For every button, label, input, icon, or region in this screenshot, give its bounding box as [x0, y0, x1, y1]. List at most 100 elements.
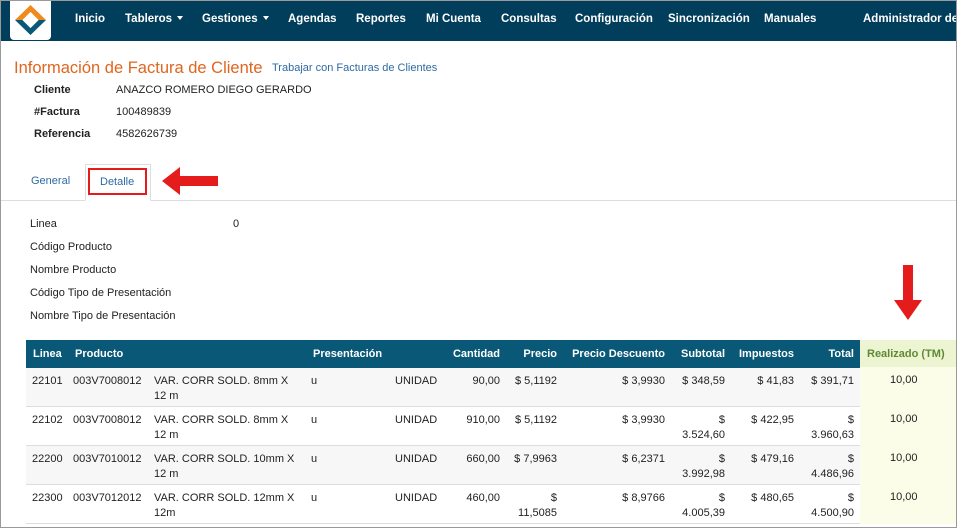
cell-cantidad: 460,00 — [466, 492, 500, 504]
table-row[interactable]: 22102 003V7008012 VAR. CORR SOLD. 8mm X … — [26, 406, 956, 446]
cell-cantidad: 90,00 — [472, 375, 500, 387]
linea-label: Linea — [30, 218, 57, 230]
nav-gestiones[interactable]: Gestiones — [202, 13, 269, 25]
table-row[interactable]: 22300 003V7012012 VAR. CORR SOLD. 12mm X… — [26, 484, 956, 524]
nav-user-label: Administrador de — [863, 13, 957, 25]
nav-gestiones-label: Gestiones — [202, 13, 258, 25]
cell-codigo: 003V7008012 — [73, 414, 142, 426]
nav-mi-cuenta-label: Mi Cuenta — [426, 13, 481, 25]
col-subtotal[interactable]: Subtotal — [671, 348, 725, 360]
table-row[interactable]: 22101 003V7008012 VAR. CORR SOLD. 8mm X … — [26, 367, 956, 407]
tab-detalle-label[interactable]: Detalle — [100, 176, 134, 188]
cell-precio-line1: $ 5,1192 — [514, 375, 557, 387]
cell-nombre-line2: 12 m — [154, 390, 179, 402]
cell-impuestos: $ 41,83 — [757, 375, 794, 387]
cell-precio-descuento: $ 6,2371 — [622, 453, 665, 465]
nav-user-menu[interactable]: Administrador de — [863, 13, 957, 25]
cell-precio-line1: $ 7,9963 — [514, 453, 557, 465]
tab-general[interactable]: General — [31, 175, 70, 187]
cell-linea: 22300 — [32, 492, 63, 504]
col-realizado-label: Realizado (TM) — [867, 348, 945, 360]
reference-label: Referencia — [34, 128, 91, 140]
nombre-tipo-presentacion-label: Nombre Tipo de Presentación — [30, 310, 176, 322]
cell-nombre-line2: 12 m — [154, 468, 179, 480]
cell-subtotal-line1: $ — [718, 414, 725, 426]
cell-subtotal-line1: $ — [718, 453, 725, 465]
work-with-invoices-link[interactable]: Trabajar con Facturas de Clientes — [272, 62, 437, 74]
col-realizado[interactable]: Realizado (TM) — [860, 340, 956, 368]
cell-realizado: 10,00 — [860, 445, 956, 485]
col-impuestos[interactable]: Impuestos — [730, 348, 794, 360]
cell-subtotal-line2: 3.992,98 — [682, 468, 725, 480]
app-logo[interactable] — [10, 1, 51, 40]
nav-sincronizacion[interactable]: Sincronización — [668, 13, 750, 25]
cell-pres-code: u — [311, 414, 318, 426]
logo-icon — [15, 5, 46, 35]
cell-subtotal-line1: $ — [718, 492, 725, 504]
nav-manuales[interactable]: Manuales — [764, 13, 816, 25]
nav-configuracion-label: Configuración — [575, 13, 653, 25]
col-linea[interactable]: Linea — [33, 348, 62, 360]
nav-consultas[interactable]: Consultas — [501, 13, 557, 25]
page-title: Información de Factura de Cliente — [14, 59, 263, 77]
cell-pres-code: u — [311, 375, 318, 387]
cell-realizado-value: 10,00 — [890, 491, 918, 503]
nav-tableros[interactable]: Tableros — [125, 13, 184, 25]
nav-sincronizacion-label: Sincronización — [668, 13, 750, 25]
cell-precio-line2: 11,5085 — [518, 507, 557, 519]
cell-subtotal-line1: $ 348,59 — [682, 375, 725, 387]
cell-nombre-line1: VAR. CORR SOLD. 10mm X — [154, 453, 295, 465]
cell-total-line1: $ — [847, 492, 854, 504]
cell-nombre-line1: VAR. CORR SOLD. 8mm X — [154, 414, 289, 426]
col-presentacion[interactable]: Presentación — [313, 348, 382, 360]
cell-precio-descuento: $ 3,9930 — [622, 414, 665, 426]
col-cantidad[interactable]: Cantidad — [446, 348, 500, 360]
col-precio[interactable]: Precio — [511, 348, 557, 360]
table-row[interactable]: 22200 003V7010012 VAR. CORR SOLD. 10mm X… — [26, 445, 956, 485]
cell-realizado: 10,00 — [860, 367, 956, 407]
client-value: ANAZCO ROMERO DIEGO GERARDO — [116, 84, 312, 96]
col-precio-descuento[interactable]: Precio Descuento — [566, 348, 665, 360]
linea-value: 0 — [233, 218, 240, 230]
cell-precio-descuento: $ 8,9766 — [622, 492, 665, 504]
down-arrow-icon — [894, 265, 922, 320]
nav-mi-cuenta[interactable]: Mi Cuenta — [426, 13, 481, 25]
cell-subtotal-line2: 3.524,60 — [682, 429, 725, 441]
cell-pres-name: UNIDAD — [395, 453, 438, 465]
cell-nombre-line1: VAR. CORR SOLD. 8mm X — [154, 375, 289, 387]
invoice-number-value: 100489839 — [116, 106, 172, 118]
nav-consultas-label: Consultas — [501, 13, 557, 25]
cell-subtotal-line2: 4.005,39 — [682, 507, 725, 519]
cell-nombre-line2: 12m — [154, 507, 176, 519]
client-label: Cliente — [34, 84, 71, 96]
nav-configuracion[interactable]: Configuración — [575, 13, 653, 25]
cell-realizado-value: 10,00 — [890, 374, 918, 386]
cell-nombre-line2: 12 m — [154, 429, 179, 441]
col-total[interactable]: Total — [802, 348, 854, 360]
cell-pres-code: u — [311, 453, 318, 465]
nav-agendas[interactable]: Agendas — [288, 13, 337, 25]
table-header: Linea Producto Presentación Cantidad Pre… — [26, 340, 956, 368]
left-arrow-icon — [162, 167, 218, 195]
nav-inicio[interactable]: Inicio — [75, 13, 105, 25]
cell-total-line1: $ 391,71 — [811, 375, 854, 387]
cell-realizado-value: 10,00 — [890, 452, 918, 464]
nombre-producto-label: Nombre Producto — [30, 264, 117, 276]
cell-linea: 22101 — [32, 375, 63, 387]
cell-impuestos: $ 422,95 — [751, 414, 794, 426]
cell-codigo: 003V7010012 — [73, 453, 142, 465]
cell-pres-code: u — [311, 492, 318, 504]
reference-value: 4582626739 — [116, 128, 178, 140]
nav-reportes-label: Reportes — [356, 13, 406, 25]
col-producto[interactable]: Producto — [75, 348, 123, 360]
nav-agendas-label: Agendas — [288, 13, 337, 25]
cell-pres-name: UNIDAD — [395, 492, 438, 504]
cell-cantidad: 660,00 — [466, 453, 500, 465]
caret-down-icon — [262, 16, 269, 20]
cell-realizado: 10,00 — [860, 484, 956, 524]
nav-reportes[interactable]: Reportes — [356, 13, 406, 25]
nav-tableros-label: Tableros — [125, 13, 173, 25]
cell-total-line1: $ — [847, 414, 854, 426]
cell-codigo: 003V7008012 — [73, 375, 142, 387]
cell-total-line2: 4.486,96 — [811, 468, 854, 480]
